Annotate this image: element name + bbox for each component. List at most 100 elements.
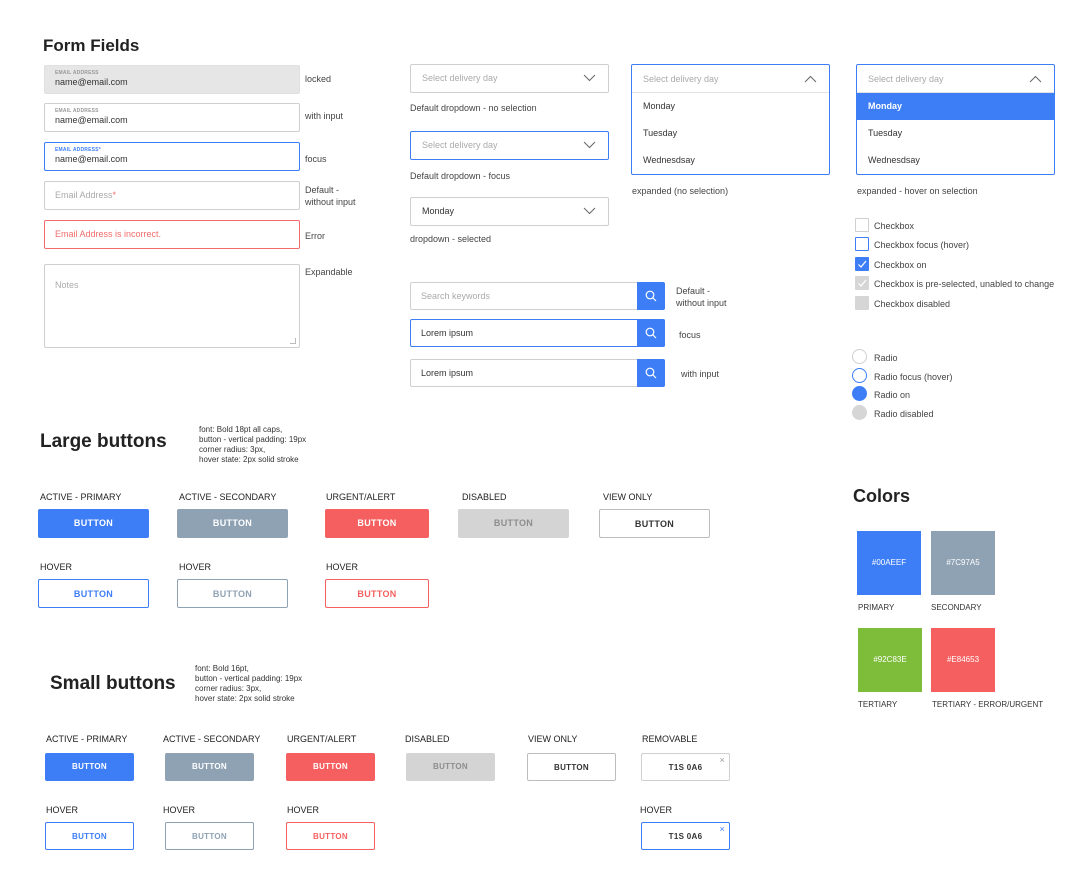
caption-large-hover-urgent: HOVER: [326, 562, 359, 572]
caption-error: Error: [305, 231, 325, 241]
checkbox-label: Checkbox disabled: [874, 299, 951, 309]
dropdown-selected[interactable]: Monday: [410, 197, 609, 226]
dropdown-option-selected[interactable]: Monday: [857, 93, 1054, 120]
search-field-default[interactable]: Search keywords: [410, 282, 665, 310]
close-icon[interactable]: ×: [719, 824, 725, 834]
small-urgent-button[interactable]: BUTTON: [286, 753, 375, 781]
caption-large-disabled: DISABLED: [462, 492, 507, 502]
radio-disabled: [852, 405, 867, 420]
field-value: name@email.com: [55, 115, 128, 125]
caption-small-disabled: DISABLED: [405, 734, 450, 744]
checkbox-label: Checkbox is pre-selected, unabled to cha…: [874, 279, 1055, 289]
search-input[interactable]: Lorem ipsum: [421, 360, 473, 386]
color-swatch-error: #E84653: [931, 628, 995, 692]
dropdown-option[interactable]: Tuesday: [857, 120, 1054, 147]
close-icon[interactable]: ×: [719, 755, 725, 765]
chevron-up-icon: [1029, 75, 1042, 83]
caption-large-secondary: ACTIVE - SECONDARY: [179, 492, 277, 502]
radio-on[interactable]: [852, 386, 867, 401]
caption-small-primary: ACTIVE - PRIMARY: [46, 734, 128, 744]
small-primary-button[interactable]: BUTTON: [45, 753, 134, 781]
large-primary-hover-button[interactable]: BUTTON: [38, 579, 149, 608]
dropdown-placeholder: Select delivery day: [422, 73, 498, 83]
dropdown-option[interactable]: Wednesdsay: [857, 147, 1054, 174]
small-view-only-button: BUTTON: [527, 753, 616, 781]
dropdown-option[interactable]: Monday: [632, 93, 829, 120]
form-fields-title: Form Fields: [43, 36, 140, 55]
radio-default[interactable]: [852, 349, 867, 364]
dropdown-expanded-hover[interactable]: Select delivery day Monday Tuesday Wedne…: [856, 64, 1055, 175]
caption-small-urgent: URGENT/ALERT: [287, 734, 357, 744]
notes-placeholder: Notes: [55, 280, 79, 290]
notes-textarea[interactable]: Notes: [44, 264, 300, 348]
resize-handle-icon[interactable]: [290, 338, 296, 344]
error-message: Email Address is incorrect.: [55, 229, 162, 239]
caption-dropdown-focus: Default dropdown - focus: [410, 171, 511, 181]
radio-focus[interactable]: [852, 368, 867, 383]
large-primary-button[interactable]: BUTTON: [38, 509, 149, 538]
caption-search-focus: focus: [679, 330, 701, 340]
large-urgent-button[interactable]: BUTTON: [325, 509, 429, 538]
email-field-default[interactable]: Email Address*: [44, 181, 300, 210]
caption-large-view: VIEW ONLY: [603, 492, 653, 502]
small-urgent-hover-button[interactable]: BUTTON: [286, 822, 375, 850]
large-view-only-button: BUTTON: [599, 509, 710, 538]
search-field-with-input[interactable]: Lorem ipsum: [410, 359, 665, 387]
search-input[interactable]: Search keywords: [421, 283, 490, 309]
small-disabled-button: BUTTON: [406, 753, 495, 781]
dropdown-expanded[interactable]: Select delivery day Monday Tuesday Wedne…: [631, 64, 830, 175]
dropdown-head[interactable]: Select delivery day: [857, 65, 1054, 93]
dropdown-placeholder: Select delivery day: [422, 140, 498, 150]
caption-search-default: Default - without input: [676, 286, 727, 308]
dropdown-placeholder: Select delivery day: [868, 74, 944, 84]
field-label: EMAIL ADDRESS*: [55, 147, 101, 153]
search-field-focus[interactable]: Lorem ipsum: [410, 319, 665, 347]
email-field-focus[interactable]: EMAIL ADDRESS* name@email.com: [44, 142, 300, 171]
large-secondary-hover-button[interactable]: BUTTON: [177, 579, 288, 608]
checkbox-default[interactable]: [855, 218, 869, 232]
color-swatch-primary: #00AEEF: [857, 531, 921, 595]
search-input[interactable]: Lorem ipsum: [421, 320, 473, 346]
color-swatch-tertiary: #92C83E: [858, 628, 922, 692]
checkbox-focus[interactable]: [855, 237, 869, 251]
small-secondary-hover-button[interactable]: BUTTON: [165, 822, 254, 850]
required-mark: *: [112, 190, 117, 200]
small-primary-hover-button[interactable]: BUTTON: [45, 822, 134, 850]
removable-chip[interactable]: T1S 0A6 ×: [641, 753, 730, 781]
large-urgent-hover-button[interactable]: BUTTON: [325, 579, 429, 608]
caption-small-view: VIEW ONLY: [528, 734, 578, 744]
dropdown-option[interactable]: Wednesdsay: [632, 147, 829, 174]
caption-large-primary: ACTIVE - PRIMARY: [40, 492, 122, 502]
caption-dropdown-expanded-hover: expanded - hover on selection: [857, 186, 978, 196]
field-value: name@email.com: [55, 154, 128, 164]
swatch-label: TERTIARY: [858, 700, 898, 709]
email-field-with-input[interactable]: EMAIL ADDRESS name@email.com: [44, 103, 300, 132]
dropdown-option[interactable]: Tuesday: [632, 120, 829, 147]
caption-focus: focus: [305, 154, 327, 164]
caption-default: Default - without input: [305, 185, 356, 207]
checkbox-label: Checkbox on: [874, 260, 927, 270]
caption-locked: locked: [305, 74, 332, 84]
large-buttons-note: font: Bold 18pt all caps, button - verti…: [199, 425, 307, 464]
search-icon: [645, 327, 657, 339]
dropdown-default[interactable]: Select delivery day: [410, 64, 609, 93]
caption-dropdown-expanded: expanded (no selection): [632, 186, 729, 196]
small-secondary-button[interactable]: BUTTON: [165, 753, 254, 781]
radio-label: Radio on: [874, 390, 911, 400]
dropdown-focus[interactable]: Select delivery day: [410, 131, 609, 160]
large-secondary-button[interactable]: BUTTON: [177, 509, 288, 538]
dropdown-head[interactable]: Select delivery day: [632, 65, 829, 93]
field-value: name@email.com: [55, 77, 128, 87]
search-button[interactable]: [637, 282, 665, 310]
email-field-error[interactable]: Email Address is incorrect.: [44, 220, 300, 249]
caption-small-hover-removable: HOVER: [640, 805, 673, 815]
search-button[interactable]: [637, 359, 665, 387]
email-field-locked: EMAIL ADDRESS name@email.com: [44, 65, 300, 94]
small-buttons-note: font: Bold 16pt, button - vertical paddi…: [195, 664, 303, 703]
checkbox-preselected: [855, 276, 869, 290]
removable-chip-hover[interactable]: T1S 0A6 ×: [641, 822, 730, 850]
search-button[interactable]: [637, 319, 665, 347]
checkbox-on[interactable]: [855, 257, 869, 271]
radio-label: Radio focus (hover): [874, 372, 953, 382]
radio-label: Radio: [874, 353, 898, 363]
